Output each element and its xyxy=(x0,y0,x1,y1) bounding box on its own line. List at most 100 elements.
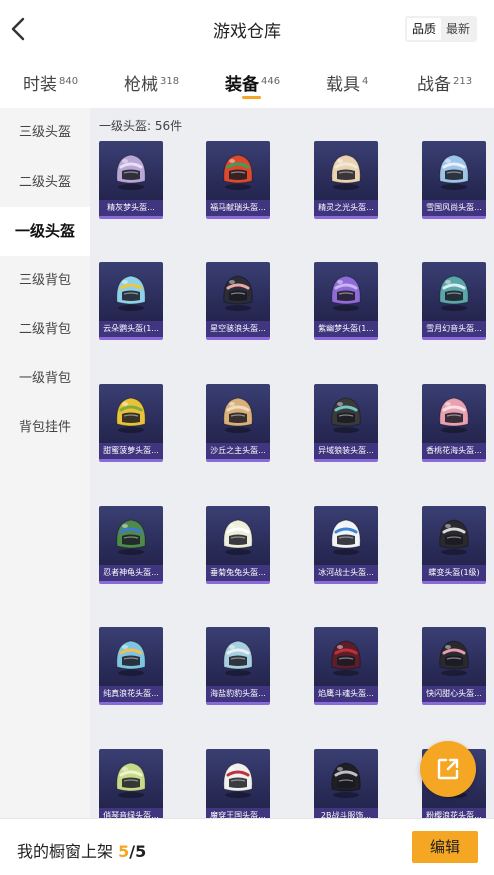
item-name: 雪月幻音头盔... xyxy=(422,321,486,337)
sidebar-item-level1-backpack[interactable]: 一级背包 xyxy=(0,354,90,403)
item-name: 魔穿王国头盔... xyxy=(206,808,270,818)
item-card[interactable]: 精灰梦头盔... xyxy=(99,141,163,219)
helmet-icon xyxy=(223,154,253,190)
section-label: 一级头盔: 56件 xyxy=(99,119,183,133)
sidebar-item-backpack-charm[interactable]: 背包挂件 xyxy=(0,403,90,452)
helmet-icon xyxy=(439,275,469,311)
helmet-icon xyxy=(439,154,469,190)
item-card[interactable]: 焰鹰斗魂头盔... xyxy=(314,627,378,705)
tab-count: 318 xyxy=(160,76,180,87)
helmet-icon xyxy=(116,519,146,555)
tab-count: 213 xyxy=(453,76,473,87)
item-card[interactable]: 雪国风尚头盔... xyxy=(422,141,486,219)
helmet-icon xyxy=(223,397,253,433)
helmet-icon xyxy=(331,397,361,433)
item-name: 沙丘之主头盔... xyxy=(206,443,270,459)
helmet-icon xyxy=(331,154,361,190)
sort-toggle: 品质 最新 xyxy=(405,16,477,42)
helmet-icon xyxy=(439,519,469,555)
helmet-icon xyxy=(331,519,361,555)
item-grid-panel: 一级头盔: 56件 精灰梦头盔... 福马献瑞头盔... 精灵之光头盔... 雪国风尚… xyxy=(90,108,494,818)
item-name: 紫幽梦头盔(1... xyxy=(314,321,378,337)
helmet-icon xyxy=(116,154,146,190)
share-out-icon xyxy=(437,758,459,780)
helmet-icon xyxy=(331,640,361,676)
item-card[interactable]: 紫幽梦头盔(1... xyxy=(314,262,378,340)
tab-label: 时装 xyxy=(23,75,57,95)
item-name: 海盐豹豹头盔... xyxy=(206,686,270,702)
item-card[interactable]: 快闪甜心头盔... xyxy=(422,627,486,705)
item-name: 星空骇浪头盔... xyxy=(206,321,270,337)
tab-equipment[interactable]: 装备 446 xyxy=(225,70,280,95)
sort-latest-button[interactable]: 最新 xyxy=(441,18,475,40)
tab-count: 840 xyxy=(59,76,79,87)
item-card[interactable]: 魔穿王国头盔... xyxy=(206,749,270,818)
item-name: 忍者神龟头盔... xyxy=(99,565,163,581)
sidebar-item-level2-helmet[interactable]: 二级头盔 xyxy=(0,158,90,207)
item-name: 福马献瑞头盔... xyxy=(206,200,270,216)
item-card[interactable]: 垂菊兔兔头盔... xyxy=(206,506,270,584)
shelf-status: 我的橱窗上架 5/5 xyxy=(17,838,146,862)
top-bar: 游戏仓库 品质 最新 xyxy=(0,0,494,58)
helmet-icon xyxy=(223,762,253,798)
shelf-total: /5 xyxy=(129,842,147,861)
share-button[interactable] xyxy=(420,741,476,797)
helmet-icon xyxy=(223,275,253,311)
item-card[interactable]: 精灵之光头盔... xyxy=(314,141,378,219)
item-name: 蝶变头盔(1级) xyxy=(422,565,486,581)
tab-supplies[interactable]: 战备 213 xyxy=(417,70,472,95)
tab-label: 战备 xyxy=(417,75,451,95)
item-card[interactable]: 甜蜜菠萝头盔... xyxy=(99,384,163,462)
item-card[interactable]: 蝶变头盔(1级) xyxy=(422,506,486,584)
item-name: 快闪甜心头盔... xyxy=(422,686,486,702)
helmet-icon xyxy=(439,397,469,433)
shelf-label: 我的橱窗上架 xyxy=(17,842,114,861)
item-name: 2B战斗服饰... xyxy=(314,808,378,818)
helmet-icon xyxy=(116,762,146,798)
sidebar-item-level2-backpack[interactable]: 二级背包 xyxy=(0,305,90,354)
item-name: 甜蜜菠萝头盔... xyxy=(99,443,163,459)
edit-button[interactable]: 编辑 xyxy=(412,831,478,863)
item-name: 粉樱浪花头盔... xyxy=(422,808,486,818)
item-name: 焰鹰斗魂头盔... xyxy=(314,686,378,702)
item-card[interactable]: 忍者神龟头盔... xyxy=(99,506,163,584)
tab-label: 载具 xyxy=(326,75,360,95)
item-card[interactable]: 星空骇浪头盔... xyxy=(206,262,270,340)
item-name: 俏琴音绿头盔... xyxy=(99,808,163,818)
tab-vehicles[interactable]: 载具 4 xyxy=(326,70,368,95)
item-name: 雪国风尚头盔... xyxy=(422,200,486,216)
shelf-count: 5 xyxy=(118,842,130,861)
item-name: 云朵鹦头盔(1... xyxy=(99,321,163,337)
tab-count: 4 xyxy=(362,76,369,87)
item-card[interactable]: 纯真浪花头盔... xyxy=(99,627,163,705)
item-name: 香桃花海头盔... xyxy=(422,443,486,459)
tab-count: 446 xyxy=(261,76,281,87)
sidebar-item-level1-helmet[interactable]: 一级头盔 xyxy=(0,207,90,256)
helmet-icon xyxy=(331,275,361,311)
item-card[interactable]: 香桃花海头盔... xyxy=(422,384,486,462)
sidebar-item-level3-helmet[interactable]: 三级头盔 xyxy=(0,108,90,157)
tab-fashion[interactable]: 时装 840 xyxy=(23,70,78,95)
helmet-icon xyxy=(439,640,469,676)
item-card[interactable]: 云朵鹦头盔(1... xyxy=(99,262,163,340)
item-name: 冰河战士头盔... xyxy=(314,565,378,581)
helmet-icon xyxy=(116,275,146,311)
helmet-icon xyxy=(116,397,146,433)
sidebar-item-level3-backpack[interactable]: 三级背包 xyxy=(0,256,90,305)
item-card[interactable]: 海盐豹豹头盔... xyxy=(206,627,270,705)
sidebar: 三级头盔 二级头盔 一级头盔 三级背包 二级背包 一级背包 背包挂件 xyxy=(0,108,90,818)
item-name: 垂菊兔兔头盔... xyxy=(206,565,270,581)
item-card[interactable]: 沙丘之主头盔... xyxy=(206,384,270,462)
item-card[interactable]: 雪月幻音头盔... xyxy=(422,262,486,340)
helmet-icon xyxy=(116,640,146,676)
item-card[interactable]: 异域狼装头盔... xyxy=(314,384,378,462)
tab-label: 枪械 xyxy=(124,75,158,95)
item-card[interactable]: 冰河战士头盔... xyxy=(314,506,378,584)
item-name: 异域狼装头盔... xyxy=(314,443,378,459)
item-card[interactable]: 福马献瑞头盔... xyxy=(206,141,270,219)
item-card[interactable]: 2B战斗服饰... xyxy=(314,749,378,818)
tab-guns[interactable]: 枪械 318 xyxy=(124,70,179,95)
item-card[interactable]: 俏琴音绿头盔... xyxy=(99,749,163,818)
helmet-icon xyxy=(223,519,253,555)
sort-quality-button[interactable]: 品质 xyxy=(407,18,441,40)
